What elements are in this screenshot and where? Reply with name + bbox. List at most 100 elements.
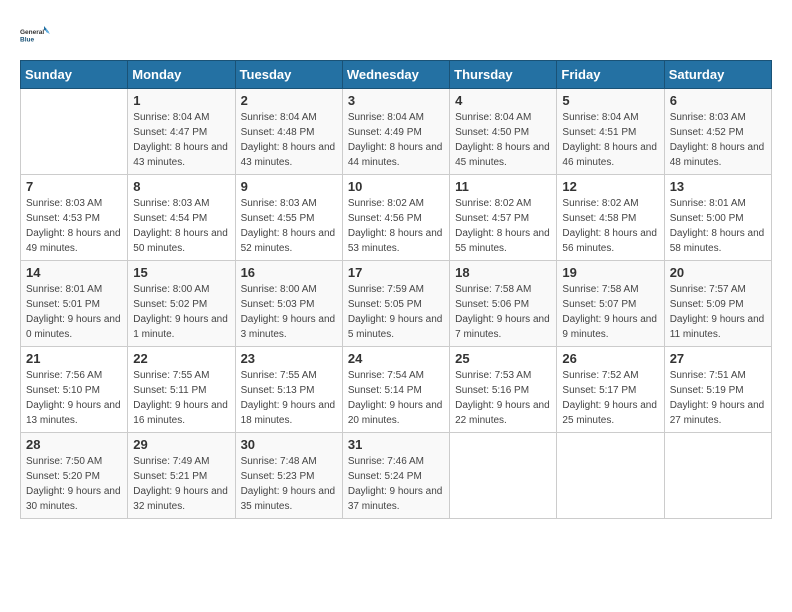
day-cell: 24 Sunrise: 7:54 AMSunset: 5:14 PMDayligh… (342, 347, 449, 433)
day-info: Sunrise: 7:54 AMSunset: 5:14 PMDaylight:… (348, 368, 444, 428)
day-info: Sunrise: 8:01 AMSunset: 5:01 PMDaylight:… (26, 282, 122, 342)
day-info: Sunrise: 8:04 AMSunset: 4:48 PMDaylight:… (241, 110, 337, 170)
day-cell: 2 Sunrise: 8:04 AMSunset: 4:48 PMDaylight… (235, 89, 342, 175)
day-info: Sunrise: 8:04 AMSunset: 4:49 PMDaylight:… (348, 110, 444, 170)
day-number: 31 (348, 437, 444, 452)
logo-icon: GeneralBlue (20, 20, 50, 50)
day-number: 24 (348, 351, 444, 366)
header-cell-wednesday: Wednesday (342, 61, 449, 89)
day-info: Sunrise: 8:03 AMSunset: 4:55 PMDaylight:… (241, 196, 337, 256)
day-info: Sunrise: 7:46 AMSunset: 5:24 PMDaylight:… (348, 454, 444, 514)
header-cell-tuesday: Tuesday (235, 61, 342, 89)
day-cell: 18 Sunrise: 7:58 AMSunset: 5:06 PMDayligh… (450, 261, 557, 347)
header-row: SundayMondayTuesdayWednesdayThursdayFrid… (21, 61, 772, 89)
day-number: 12 (562, 179, 658, 194)
day-cell: 7 Sunrise: 8:03 AMSunset: 4:53 PMDaylight… (21, 175, 128, 261)
day-info: Sunrise: 8:03 AMSunset: 4:52 PMDaylight:… (670, 110, 766, 170)
day-info: Sunrise: 7:49 AMSunset: 5:21 PMDaylight:… (133, 454, 229, 514)
day-info: Sunrise: 8:00 AMSunset: 5:02 PMDaylight:… (133, 282, 229, 342)
day-cell: 30Sunrise: 7:48 AMSunset: 5:23 PMDayligh… (235, 433, 342, 519)
day-cell (450, 433, 557, 519)
day-info: Sunrise: 8:04 AMSunset: 4:51 PMDaylight:… (562, 110, 658, 170)
day-number: 9 (241, 179, 337, 194)
week-row-3: 21 Sunrise: 7:56 AMSunset: 5:10 PMDayligh… (21, 347, 772, 433)
day-number: 28 (26, 437, 122, 452)
day-number: 5 (562, 93, 658, 108)
day-cell: 19 Sunrise: 7:58 AMSunset: 5:07 PMDayligh… (557, 261, 664, 347)
day-info: Sunrise: 8:04 AMSunset: 4:50 PMDaylight:… (455, 110, 551, 170)
day-cell: 20Sunrise: 7:57 AMSunset: 5:09 PMDayligh… (664, 261, 771, 347)
day-number: 16 (241, 265, 337, 280)
day-cell: 16 Sunrise: 8:00 AMSunset: 5:03 PMDayligh… (235, 261, 342, 347)
day-number: 8 (133, 179, 229, 194)
day-info: Sunrise: 8:02 AMSunset: 4:58 PMDaylight:… (562, 196, 658, 256)
day-number: 17 (348, 265, 444, 280)
day-number: 3 (348, 93, 444, 108)
week-row-2: 14Sunrise: 8:01 AMSunset: 5:01 PMDayligh… (21, 261, 772, 347)
header-cell-monday: Monday (128, 61, 235, 89)
day-info: Sunrise: 8:03 AMSunset: 4:53 PMDaylight:… (26, 196, 122, 256)
day-number: 4 (455, 93, 551, 108)
day-number: 18 (455, 265, 551, 280)
day-number: 1 (133, 93, 229, 108)
day-cell: 23 Sunrise: 7:55 AMSunset: 5:13 PMDayligh… (235, 347, 342, 433)
day-number: 11 (455, 179, 551, 194)
day-number: 22 (133, 351, 229, 366)
day-number: 27 (670, 351, 766, 366)
day-number: 7 (26, 179, 122, 194)
day-cell: 9 Sunrise: 8:03 AMSunset: 4:55 PMDaylight… (235, 175, 342, 261)
day-number: 21 (26, 351, 122, 366)
day-info: Sunrise: 8:02 AMSunset: 4:57 PMDaylight:… (455, 196, 551, 256)
week-row-1: 7 Sunrise: 8:03 AMSunset: 4:53 PMDaylight… (21, 175, 772, 261)
page-header: GeneralBlue (20, 20, 772, 50)
day-cell: 10 Sunrise: 8:02 AMSunset: 4:56 PMDayligh… (342, 175, 449, 261)
day-info: Sunrise: 8:02 AMSunset: 4:56 PMDaylight:… (348, 196, 444, 256)
day-cell: 29 Sunrise: 7:49 AMSunset: 5:21 PMDayligh… (128, 433, 235, 519)
day-cell: 12 Sunrise: 8:02 AMSunset: 4:58 PMDayligh… (557, 175, 664, 261)
day-number: 19 (562, 265, 658, 280)
day-info: Sunrise: 7:58 AMSunset: 5:07 PMDaylight:… (562, 282, 658, 342)
header-cell-thursday: Thursday (450, 61, 557, 89)
day-info: Sunrise: 7:55 AMSunset: 5:11 PMDaylight:… (133, 368, 229, 428)
day-info: Sunrise: 7:50 AMSunset: 5:20 PMDaylight:… (26, 454, 122, 514)
day-cell: 14Sunrise: 8:01 AMSunset: 5:01 PMDayligh… (21, 261, 128, 347)
day-cell: 13Sunrise: 8:01 AMSunset: 5:00 PMDayligh… (664, 175, 771, 261)
day-info: Sunrise: 7:58 AMSunset: 5:06 PMDaylight:… (455, 282, 551, 342)
day-info: Sunrise: 7:55 AMSunset: 5:13 PMDaylight:… (241, 368, 337, 428)
header-cell-saturday: Saturday (664, 61, 771, 89)
day-number: 30 (241, 437, 337, 452)
day-cell: 1 Sunrise: 8:04 AMSunset: 4:47 PMDaylight… (128, 89, 235, 175)
day-info: Sunrise: 8:04 AMSunset: 4:47 PMDaylight:… (133, 110, 229, 170)
day-cell: 17Sunrise: 7:59 AMSunset: 5:05 PMDayligh… (342, 261, 449, 347)
logo: GeneralBlue (20, 20, 50, 50)
day-info: Sunrise: 7:57 AMSunset: 5:09 PMDaylight:… (670, 282, 766, 342)
day-info: Sunrise: 8:03 AMSunset: 4:54 PMDaylight:… (133, 196, 229, 256)
day-cell: 22 Sunrise: 7:55 AMSunset: 5:11 PMDayligh… (128, 347, 235, 433)
day-cell: 15 Sunrise: 8:00 AMSunset: 5:02 PMDayligh… (128, 261, 235, 347)
day-cell: 4 Sunrise: 8:04 AMSunset: 4:50 PMDaylight… (450, 89, 557, 175)
day-info: Sunrise: 7:52 AMSunset: 5:17 PMDaylight:… (562, 368, 658, 428)
day-cell: 8 Sunrise: 8:03 AMSunset: 4:54 PMDaylight… (128, 175, 235, 261)
day-cell (664, 433, 771, 519)
day-info: Sunrise: 8:00 AMSunset: 5:03 PMDaylight:… (241, 282, 337, 342)
day-number: 2 (241, 93, 337, 108)
day-number: 15 (133, 265, 229, 280)
day-cell: 26 Sunrise: 7:52 AMSunset: 5:17 PMDayligh… (557, 347, 664, 433)
svg-text:Blue: Blue (20, 37, 34, 44)
day-cell: 6 Sunrise: 8:03 AMSunset: 4:52 PMDaylight… (664, 89, 771, 175)
day-number: 26 (562, 351, 658, 366)
day-info: Sunrise: 7:56 AMSunset: 5:10 PMDaylight:… (26, 368, 122, 428)
day-cell: 25Sunrise: 7:53 AMSunset: 5:16 PMDayligh… (450, 347, 557, 433)
day-info: Sunrise: 7:51 AMSunset: 5:19 PMDaylight:… (670, 368, 766, 428)
calendar-table: SundayMondayTuesdayWednesdayThursdayFrid… (20, 60, 772, 519)
day-number: 13 (670, 179, 766, 194)
day-number: 6 (670, 93, 766, 108)
day-number: 23 (241, 351, 337, 366)
day-number: 29 (133, 437, 229, 452)
day-cell: 28 Sunrise: 7:50 AMSunset: 5:20 PMDayligh… (21, 433, 128, 519)
header-cell-friday: Friday (557, 61, 664, 89)
day-cell: 31 Sunrise: 7:46 AMSunset: 5:24 PMDayligh… (342, 433, 449, 519)
day-number: 10 (348, 179, 444, 194)
day-cell: 21 Sunrise: 7:56 AMSunset: 5:10 PMDayligh… (21, 347, 128, 433)
day-cell: 3 Sunrise: 8:04 AMSunset: 4:49 PMDaylight… (342, 89, 449, 175)
